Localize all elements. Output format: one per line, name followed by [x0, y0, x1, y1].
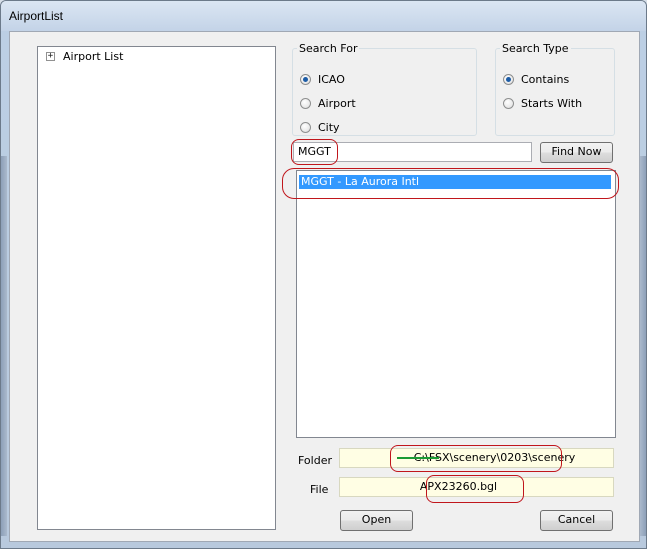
title-bar[interactable]: AirportList [1, 1, 646, 31]
radio-checked-icon[interactable] [503, 74, 514, 85]
radio-airport[interactable]: Airport [300, 97, 356, 110]
strike-mark [397, 457, 439, 459]
search-for-group: Search For ICAO Airport City [292, 42, 477, 136]
window-frame-right [640, 156, 646, 536]
expand-icon[interactable]: + [46, 52, 55, 61]
tree-node-airport-list[interactable]: Airport List [63, 50, 123, 63]
search-type-group: Search Type Contains Starts With [495, 42, 615, 136]
file-field[interactable]: APX23260.bgl [339, 477, 614, 497]
radio-label-contains: Contains [521, 73, 570, 86]
radio-city[interactable]: City [300, 121, 340, 134]
radio-starts-with[interactable]: Starts With [503, 97, 582, 110]
radio-label-starts-with: Starts With [521, 97, 583, 110]
file-label: File [310, 483, 329, 496]
airport-list-window: AirportList + Airport List Search For IC… [0, 0, 647, 549]
radio-checked-icon[interactable] [300, 74, 311, 85]
results-list[interactable]: MGGT - La Aurora Intl [296, 170, 616, 438]
window-title: AirportList [9, 9, 64, 23]
window-frame-left [1, 156, 7, 536]
radio-unchecked-icon[interactable] [300, 122, 311, 133]
folder-label: Folder [298, 454, 332, 467]
search-input[interactable]: MGGT [293, 142, 532, 162]
open-button[interactable]: Open [340, 510, 413, 531]
folder-field[interactable]: C:\FSX\scenery\0203\scenery [339, 448, 614, 468]
radio-unchecked-icon[interactable] [300, 98, 311, 109]
search-type-legend: Search Type [502, 42, 569, 55]
radio-contains[interactable]: Contains [503, 73, 569, 86]
search-for-legend: Search For [299, 42, 358, 55]
radio-label-airport: Airport [318, 97, 356, 110]
dialog-client-area: + Airport List Search For ICAO Airport C… [9, 31, 640, 542]
airport-tree-view[interactable]: + Airport List [37, 46, 276, 530]
list-item-selected[interactable]: MGGT - La Aurora Intl [299, 175, 611, 189]
radio-label-icao: ICAO [318, 73, 345, 86]
cancel-button[interactable]: Cancel [540, 510, 613, 531]
radio-label-city: City [318, 121, 340, 134]
find-now-button[interactable]: Find Now [540, 142, 613, 163]
radio-icao[interactable]: ICAO [300, 73, 345, 86]
radio-unchecked-icon[interactable] [503, 98, 514, 109]
